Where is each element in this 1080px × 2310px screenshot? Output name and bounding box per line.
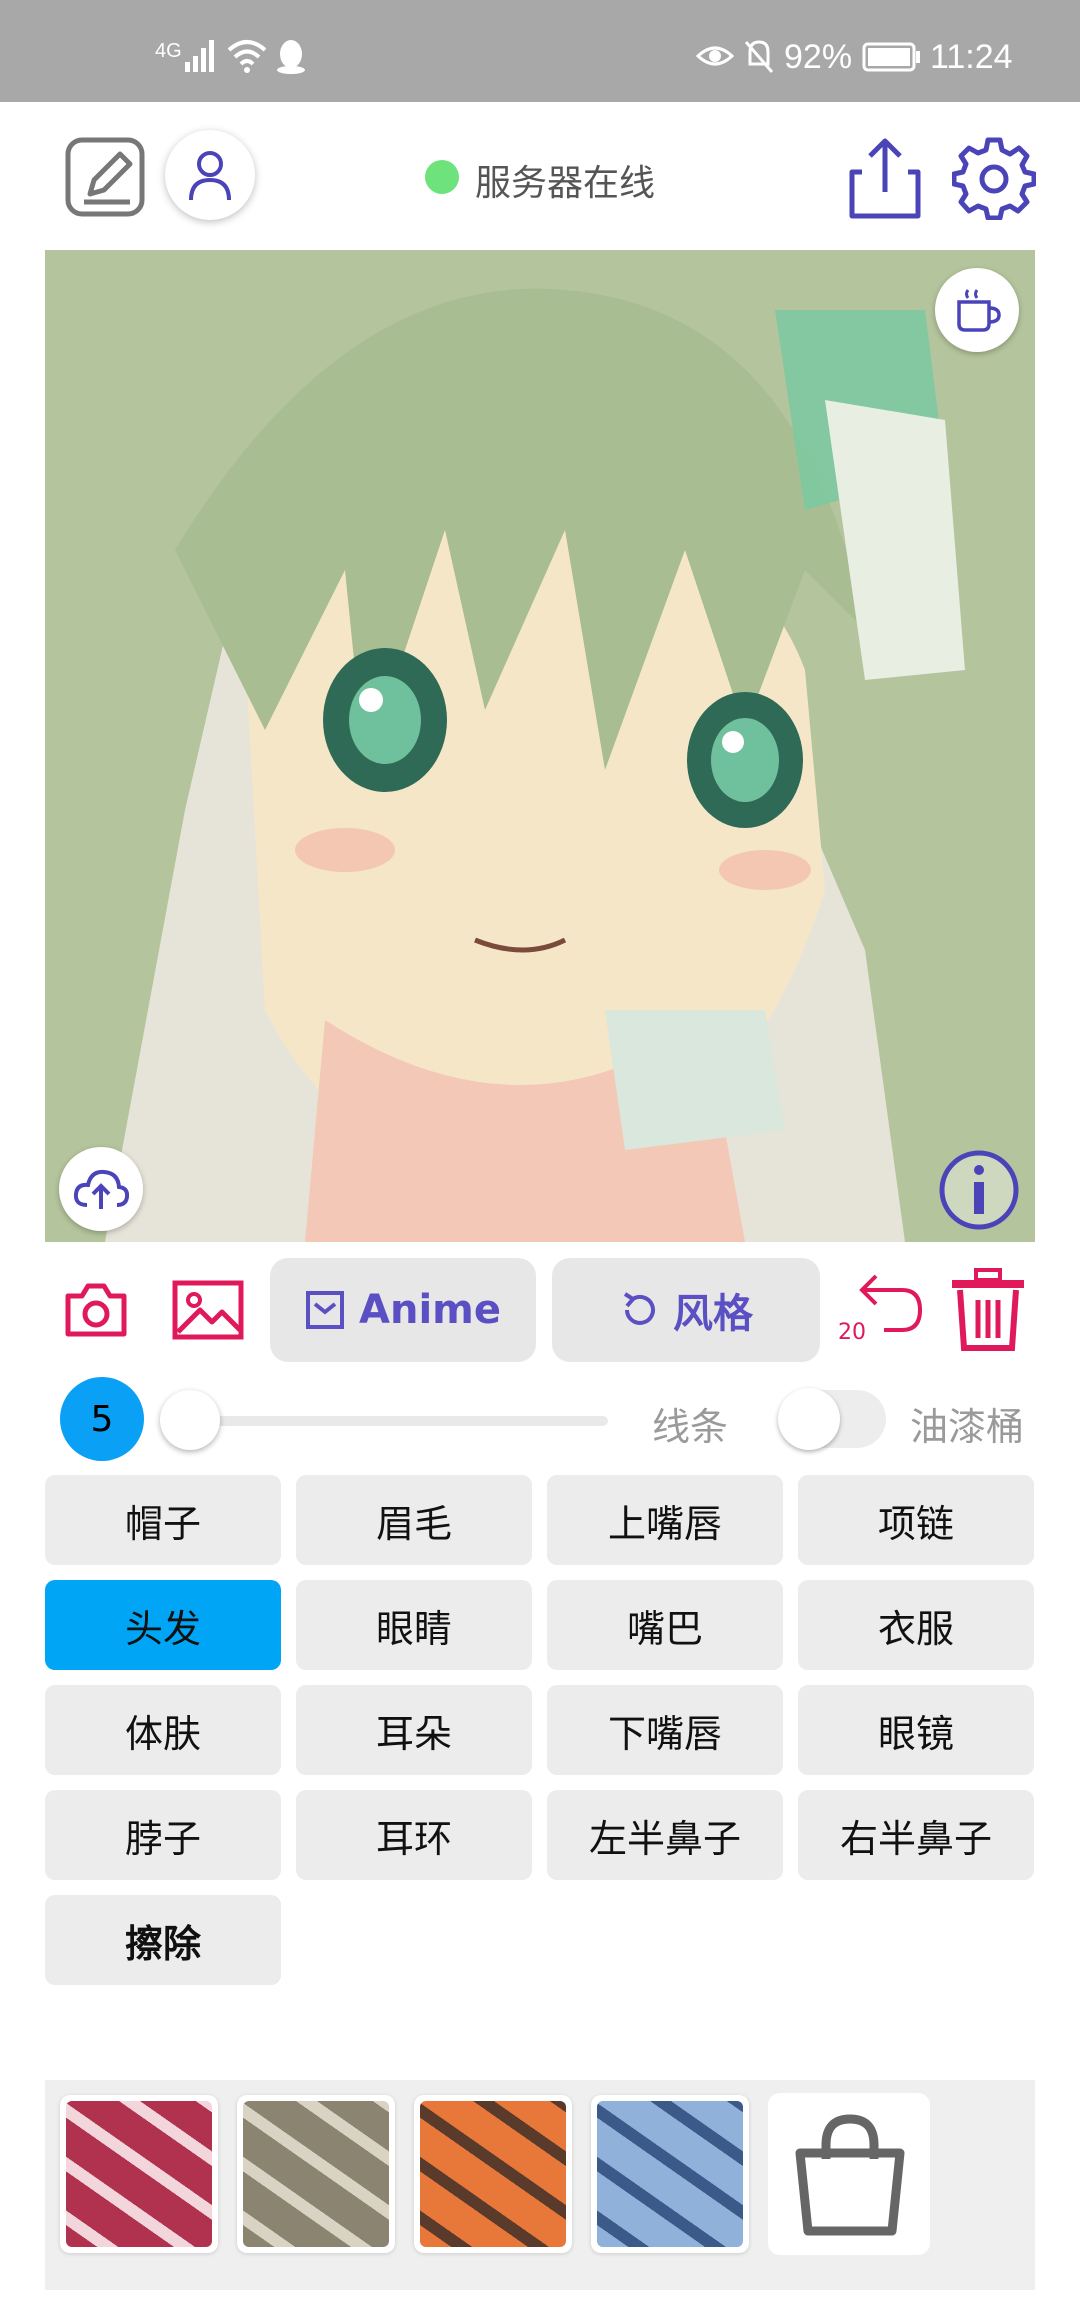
mode-label: Anime — [359, 1287, 501, 1333]
edit-square-icon[interactable] — [64, 136, 146, 218]
texture-swatch[interactable] — [237, 2095, 395, 2253]
brush-size-slider-thumb[interactable] — [160, 1390, 220, 1450]
texture-swatch[interactable] — [60, 2095, 218, 2253]
orange-texture — [420, 2101, 566, 2247]
paint-bucket-label: 油漆桶 — [910, 1405, 1025, 1449]
part-button[interactable]: 帽子 — [45, 1475, 281, 1565]
part-button[interactable]: 嘴巴 — [547, 1580, 783, 1670]
gallery-image-icon[interactable] — [172, 1280, 244, 1340]
upload-button[interactable] — [59, 1147, 143, 1231]
part-button[interactable]: 头发 — [45, 1580, 281, 1670]
part-button[interactable]: 耳环 — [296, 1790, 532, 1880]
style-label: 风格 — [673, 1291, 753, 1337]
undo-count: 20 — [838, 1320, 866, 1345]
part-button[interactable]: 下嘴唇 — [547, 1685, 783, 1775]
network-type: 4G — [155, 40, 182, 62]
info-icon[interactable] — [937, 1148, 1021, 1232]
status-bar: 4G 92% 11:24 — [0, 0, 1080, 102]
user-avatar-button[interactable] — [165, 130, 255, 220]
part-button[interactable]: 擦除 — [45, 1895, 281, 1985]
segment-part-grid: 帽子 眉毛 上嘴唇 项链头发 眼睛 嘴巴 衣服体肤 耳朵 下嘴唇 眼镜脖子 耳环 左半鼻子 右半鼻子擦除 — [45, 1475, 1035, 1985]
qq-penguin-icon — [277, 40, 305, 74]
signal-icon — [185, 40, 214, 72]
mute-bell-icon — [744, 40, 774, 73]
part-button[interactable]: 上嘴唇 — [547, 1475, 783, 1565]
coffee-cup-icon — [957, 289, 1001, 332]
part-button[interactable]: 眼镜 — [798, 1685, 1034, 1775]
undo-button[interactable]: 20 — [838, 1268, 923, 1348]
trash-icon[interactable] — [948, 1268, 1028, 1352]
drawing-canvas[interactable] — [45, 250, 1035, 1242]
style-button[interactable]: 风格 — [552, 1258, 820, 1362]
paint-bucket-toggle-knob[interactable] — [778, 1388, 840, 1450]
battery-icon — [862, 42, 920, 72]
coffee-button[interactable] — [935, 268, 1019, 352]
blue-texture — [597, 2101, 743, 2247]
texture-swatch[interactable] — [591, 2095, 749, 2253]
checkbox-square-icon — [306, 1291, 345, 1329]
part-button[interactable]: 右半鼻子 — [798, 1790, 1034, 1880]
shop-button[interactable] — [768, 2093, 930, 2255]
rotate-icon — [623, 1292, 655, 1325]
user-icon — [189, 151, 231, 201]
mode-button[interactable]: Anime — [270, 1258, 536, 1362]
brush-size-badge: 5 — [60, 1377, 144, 1461]
part-button[interactable]: 左半鼻子 — [547, 1790, 783, 1880]
brush-size-slider[interactable] — [192, 1416, 608, 1426]
eye-comfort-icon — [696, 46, 734, 66]
anime-portrait-image — [45, 250, 1035, 1242]
part-button[interactable]: 项链 — [798, 1475, 1034, 1565]
server-status-text: 服务器在线 — [475, 163, 656, 204]
cloud-upload-icon — [73, 1169, 129, 1209]
clock: 11:24 — [930, 38, 1013, 76]
wifi-icon — [227, 40, 267, 73]
red-swirl-texture — [66, 2101, 212, 2247]
part-button[interactable]: 衣服 — [798, 1580, 1034, 1670]
shopping-bag-icon — [795, 2114, 905, 2236]
part-button[interactable]: 眉毛 — [296, 1475, 532, 1565]
part-button[interactable]: 眼睛 — [296, 1580, 532, 1670]
stone-texture — [243, 2101, 389, 2247]
server-status-dot — [425, 160, 459, 194]
camera-icon[interactable] — [64, 1282, 128, 1338]
line-mode-label: 线条 — [652, 1405, 729, 1449]
battery-percent: 92% — [784, 38, 853, 76]
part-button[interactable]: 耳朵 — [296, 1685, 532, 1775]
part-button[interactable]: 体肤 — [45, 1685, 281, 1775]
part-button[interactable]: 脖子 — [45, 1790, 281, 1880]
gear-icon[interactable] — [952, 136, 1036, 220]
share-upload-icon[interactable] — [848, 136, 922, 220]
texture-swatch[interactable] — [414, 2095, 572, 2253]
